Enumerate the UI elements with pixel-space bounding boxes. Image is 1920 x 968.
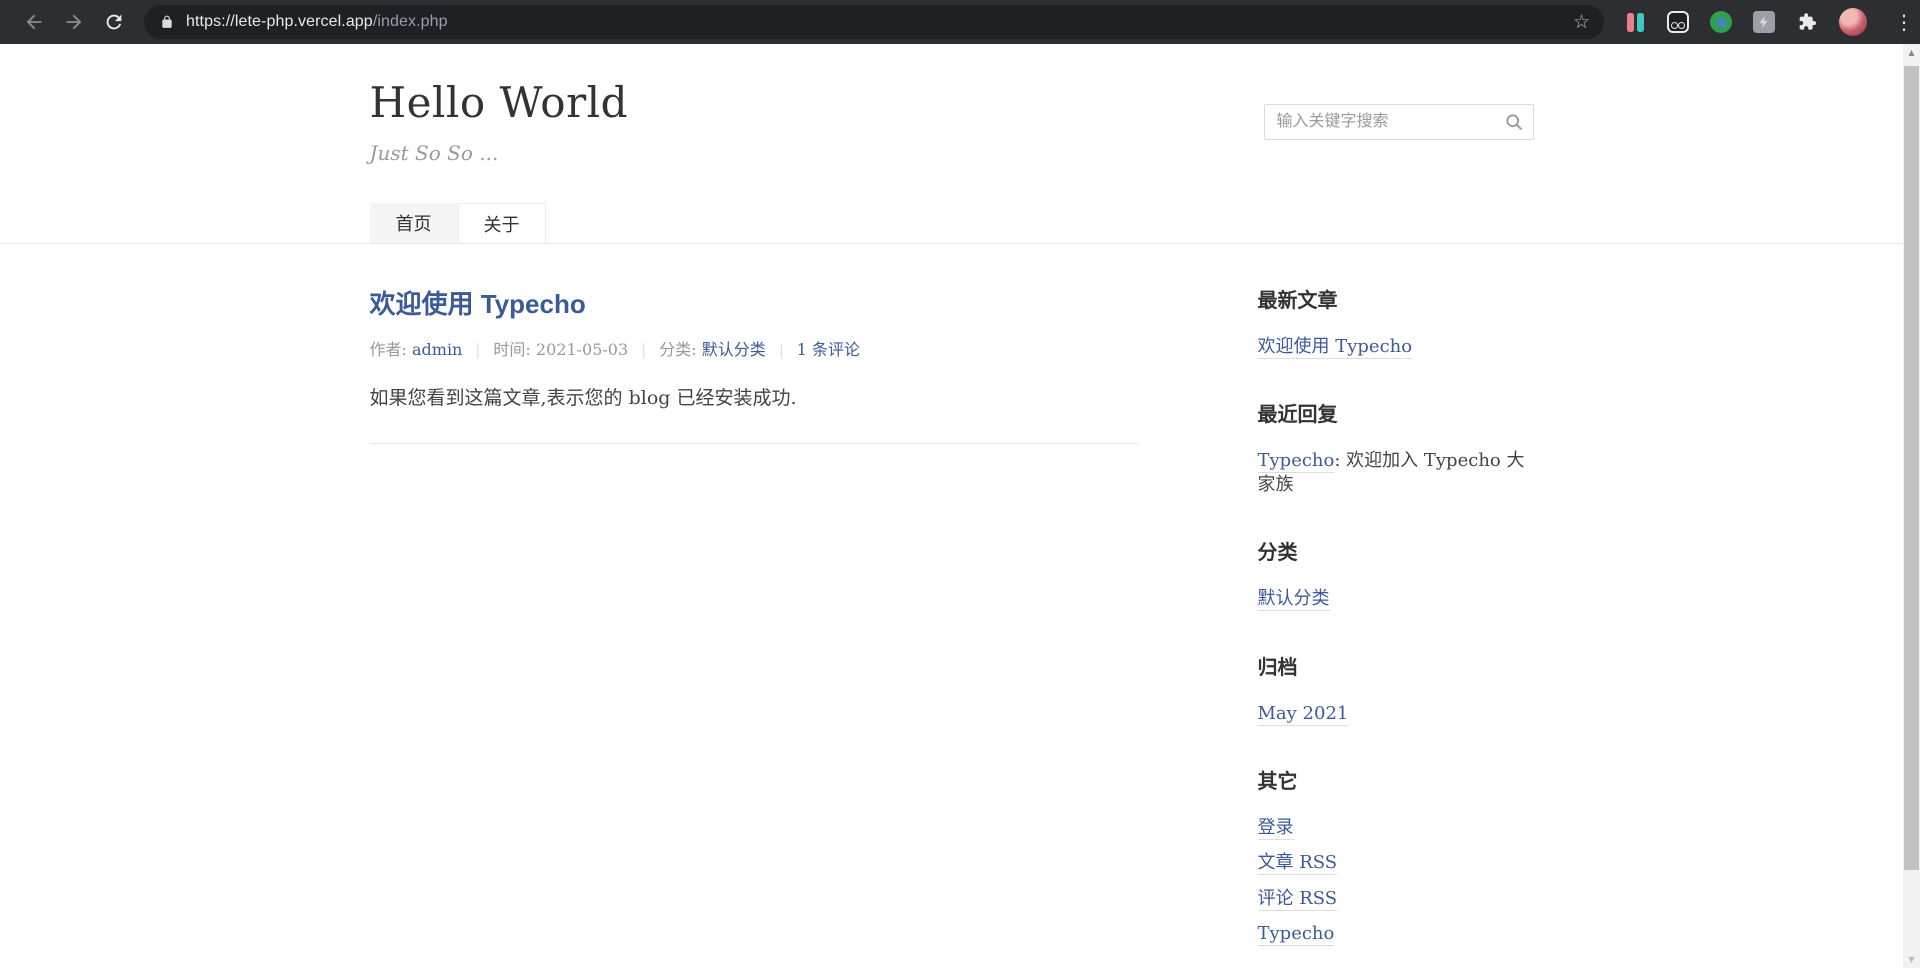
bars-icon [1627, 13, 1644, 32]
post-list: 欢迎使用 Typecho 作者: admin | 时间: 2021-05-03 | 分类… [370, 284, 1138, 946]
browser-menu-icon[interactable]: ⋮ [1888, 12, 1920, 32]
browser-nav-buttons [0, 2, 134, 42]
author-link[interactable]: admin [412, 340, 462, 359]
post-body: 如果您看到这篇文章,表示您的 blog 已经安装成功. [370, 384, 1138, 413]
search-icon[interactable] [1504, 112, 1524, 136]
posts-rss-link[interactable]: 文章 RSS [1258, 852, 1338, 875]
widget-categories: 分类 默认分类 [1258, 536, 1534, 610]
list-item: 欢迎使用 Typecho [1258, 335, 1534, 358]
archive-link[interactable]: May 2021 [1258, 703, 1349, 726]
post-item: 欢迎使用 Typecho 作者: admin | 时间: 2021-05-03 | 分类… [370, 284, 1138, 444]
forward-arrow-icon [63, 11, 85, 33]
extension-bars-icon[interactable] [1624, 11, 1646, 33]
category-link[interactable]: 默认分类 [1258, 588, 1330, 611]
scroll-up-icon[interactable]: ▲ [1903, 44, 1920, 61]
list-item: 默认分类 [1258, 587, 1534, 610]
widget-recent-comments: 最近回复 Typecho: 欢迎加入 Typecho 大家族 [1258, 398, 1534, 496]
address-bar[interactable]: https://lete-php.vercel.app/index.php ☆ [144, 5, 1604, 39]
list-item: 评论 RSS [1258, 887, 1534, 910]
login-link[interactable]: 登录 [1258, 817, 1294, 840]
comments-rss-link[interactable]: 评论 RSS [1258, 888, 1338, 911]
url-host: https://lete-php.vercel.app [186, 13, 373, 30]
list-item: Typecho [1258, 922, 1534, 945]
category-link[interactable]: 默认分类 [702, 340, 766, 359]
widget-title: 最近回复 [1258, 398, 1534, 427]
post-title: 欢迎使用 Typecho [370, 284, 1138, 321]
url-path: /index.php [373, 13, 448, 30]
widget-title: 归档 [1258, 651, 1534, 680]
list-item: 文章 RSS [1258, 851, 1534, 874]
meta-divider: | [641, 341, 646, 359]
green-circle-puzzle-icon [1710, 11, 1732, 33]
scroll-down-icon[interactable]: ▼ [1903, 951, 1920, 968]
browser-chrome: https://lete-php.vercel.app/index.php ☆ … [0, 0, 1920, 44]
goggles-icon [1667, 11, 1689, 33]
site-subtitle: Just So So ... [370, 141, 628, 165]
back-arrow-icon [23, 11, 45, 33]
bookmark-star-icon[interactable]: ☆ [1573, 13, 1590, 32]
post-divider [370, 443, 1138, 444]
back-button[interactable] [14, 2, 54, 42]
widget-recent-posts: 最新文章 欢迎使用 Typecho [1258, 284, 1534, 358]
author-label: 作者: [370, 340, 412, 359]
site-title-block: Hello World Just So So ... [370, 78, 628, 165]
meta-divider: | [779, 341, 784, 359]
scrollbar-thumb[interactable] [1904, 66, 1919, 870]
post-meta: 作者: admin | 时间: 2021-05-03 | 分类: 默认分类 | 1 条评论 [370, 336, 1138, 360]
commenter-link[interactable]: Typecho [1258, 450, 1335, 473]
recent-post-link[interactable]: 欢迎使用 Typecho [1258, 336, 1413, 359]
extension-goggles-icon[interactable] [1667, 11, 1689, 33]
list-item: Typecho: 欢迎加入 Typecho 大家族 [1258, 449, 1534, 496]
meta-divider: | [475, 341, 480, 359]
time-label: 时间: [493, 340, 535, 359]
nav-tab-about[interactable]: 关于 [458, 203, 546, 243]
lightning-icon [1753, 11, 1775, 33]
main-nav: 首页 关于 [370, 203, 1534, 243]
extension-lightning-icon[interactable] [1753, 11, 1775, 33]
list-item: May 2021 [1258, 702, 1534, 725]
puzzle-icon [1797, 12, 1817, 32]
category-label: 分类: [659, 340, 701, 359]
search-input[interactable] [1264, 104, 1534, 140]
profile-avatar[interactable] [1839, 8, 1867, 36]
widget-archives: 归档 May 2021 [1258, 651, 1534, 725]
extension-green-puzzle-icon[interactable] [1710, 11, 1732, 33]
site-title-link[interactable]: Hello World [370, 78, 628, 127]
url-text: https://lete-php.vercel.app/index.php [186, 13, 448, 31]
typecho-link[interactable]: Typecho [1258, 923, 1335, 946]
widget-title: 其它 [1258, 765, 1534, 794]
extensions-puzzle-button[interactable] [1796, 11, 1818, 33]
forward-button[interactable] [54, 2, 94, 42]
post-title-link[interactable]: 欢迎使用 Typecho [370, 289, 586, 319]
site-title[interactable]: Hello World [370, 78, 628, 127]
scrollbar-track[interactable]: ▲ ▼ [1903, 44, 1920, 968]
site-header: Hello World Just So So ... 首页 关于 [0, 44, 1903, 244]
sidebar: 最新文章 欢迎使用 Typecho 最近回复 Typecho: 欢迎加入 Typ… [1258, 284, 1534, 946]
list-item: 登录 [1258, 816, 1534, 839]
comments-link[interactable]: 1 条评论 [797, 340, 860, 359]
page-viewport: Hello World Just So So ... 首页 关于 欢迎使用 Ty… [0, 44, 1903, 968]
widget-title: 最新文章 [1258, 284, 1534, 313]
post-date: 2021-05-03 [536, 340, 628, 359]
browser-toolbar-right: ⋮ [1624, 8, 1920, 36]
main-content: 欢迎使用 Typecho 作者: admin | 时间: 2021-05-03 | 分类… [370, 244, 1534, 946]
nav-tab-home[interactable]: 首页 [370, 203, 458, 243]
search-box [1264, 104, 1534, 140]
widget-title: 分类 [1258, 536, 1534, 565]
reload-icon [103, 11, 125, 33]
widget-misc: 其它 登录 文章 RSS 评论 RSS Typecho [1258, 765, 1534, 946]
lock-icon[interactable] [160, 15, 174, 29]
reload-button[interactable] [94, 2, 134, 42]
